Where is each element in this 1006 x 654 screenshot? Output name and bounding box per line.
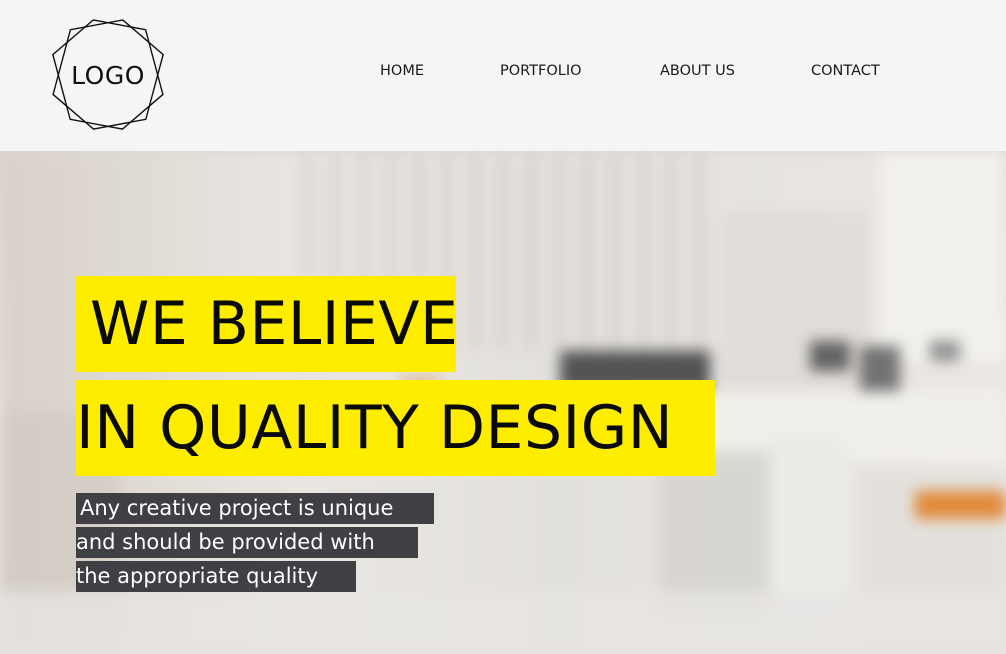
hero-subtext-line-3: the appropriate quality (76, 561, 356, 592)
hero-section: WE BELIEVE IN QUALITY DESIGN Any creativ… (0, 151, 1006, 654)
nav-link-portfolio[interactable]: PORTFOLIO (500, 63, 582, 79)
hero-subtext-line-2: and should be provided with (76, 527, 418, 558)
site-header: LOGO HOME PORTFOLIO ABOUT US CONTACT (0, 0, 1006, 151)
nav-link-home[interactable]: HOME (380, 63, 424, 79)
hero-subtext-line-1: Any creative project is unique (76, 493, 434, 524)
hero-headline-line-1: WE BELIEVE (76, 276, 458, 372)
main-nav: HOME PORTFOLIO ABOUT US CONTACT (0, 63, 1006, 87)
hero-headline-line-2: IN QUALITY DESIGN (76, 380, 715, 476)
nav-link-about-us[interactable]: ABOUT US (660, 63, 735, 79)
nav-link-contact[interactable]: CONTACT (811, 63, 880, 79)
